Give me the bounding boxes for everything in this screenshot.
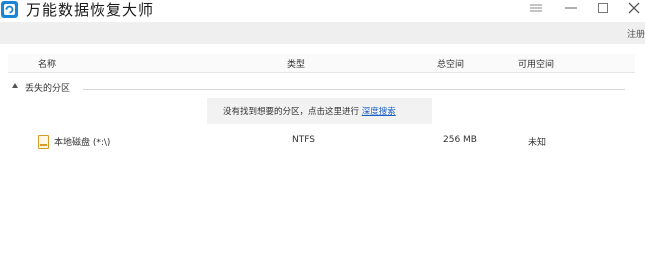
table-row[interactable]: 本地磁盘 (*:\) NTFS 256 MB 未知 <box>8 129 635 153</box>
hint-text-wrapper: 没有找到想要的分区，点击这里进行 深度搜索 <box>223 105 396 117</box>
cell-type: NTFS <box>292 135 315 145</box>
column-header-free-space[interactable]: 可用空间 <box>518 57 554 70</box>
deep-search-hint: 没有找到想要的分区，点击这里进行 深度搜索 <box>207 98 432 124</box>
deep-search-link[interactable]: 深度搜索 <box>362 107 396 117</box>
title-bar: 万能数据恢复大师 <box>0 0 645 20</box>
cell-free-space: 未知 <box>528 138 547 148</box>
cell-name: 本地磁盘 (*:\) <box>54 138 111 148</box>
column-header-name[interactable]: 名称 <box>38 57 56 70</box>
group-label: 丢失的分区 <box>25 84 71 94</box>
toolbar-strip: 注册 <box>0 22 645 44</box>
app-title: 万能数据恢复大师 <box>26 1 155 19</box>
table-header: 名称 类型 总空间 可用空间 <box>8 54 635 73</box>
hint-message: 没有找到想要的分区，点击这里进行 <box>223 107 362 117</box>
disk-icon <box>38 135 49 149</box>
column-header-type[interactable]: 类型 <box>287 57 305 70</box>
close-icon[interactable] <box>623 0 645 18</box>
group-divider <box>83 89 625 90</box>
collapse-triangle-icon[interactable] <box>12 83 18 88</box>
app-logo-icon <box>1 1 18 18</box>
column-header-total-size[interactable]: 总空间 <box>437 57 464 70</box>
cell-total-size: 256 MB <box>443 135 477 145</box>
register-link[interactable]: 注册 <box>627 27 645 40</box>
minimize-icon[interactable] <box>560 0 582 18</box>
maximize-icon[interactable] <box>592 0 614 18</box>
lost-partitions-group[interactable]: 丢失的分区 <box>8 80 635 96</box>
hamburger-menu-icon[interactable] <box>525 0 547 18</box>
